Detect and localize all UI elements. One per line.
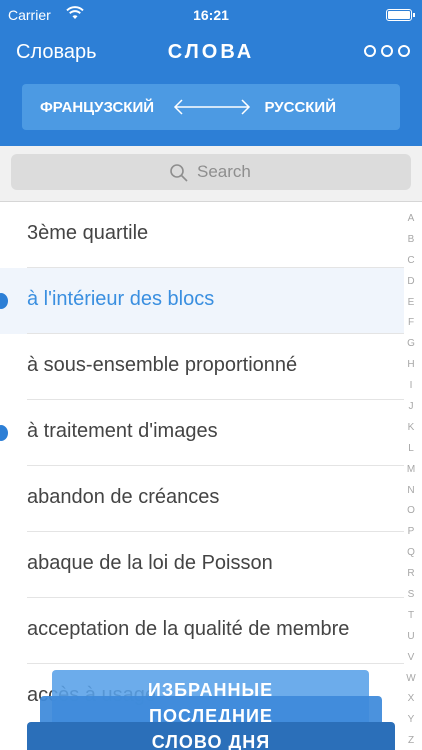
entry-text: à l'intérieur des blocs — [27, 288, 215, 310]
entry-text: 3ème quartile — [27, 222, 149, 244]
word-list: 3ème quartile à l'intérieur des blocs à … — [0, 202, 404, 730]
entry-text: abaque de la loi de Poisson — [27, 552, 273, 574]
list-item[interactable]: acceptation de la qualité de membre — [0, 598, 404, 664]
index-letter[interactable]: Y — [405, 710, 417, 731]
list-item[interactable]: à l'intérieur des blocs — [0, 268, 404, 334]
source-language: ФРАНЦУЗСКИЙ — [40, 99, 155, 116]
marker-dot — [0, 425, 8, 441]
index-letter[interactable]: K — [405, 418, 417, 439]
search-input[interactable] — [197, 162, 347, 182]
index-letter[interactable]: I — [405, 376, 417, 397]
page-title: СЛОВА — [167, 41, 255, 63]
index-letter[interactable]: T — [405, 606, 417, 627]
alphabet-index[interactable]: A B C D E F G H I J K L M N O P Q R S T … — [405, 209, 417, 750]
battery-icon — [386, 9, 415, 21]
index-letter[interactable]: V — [405, 648, 417, 669]
index-letter[interactable]: P — [405, 522, 417, 543]
tab-word-of-day[interactable]: СЛОВО ДНЯ — [27, 722, 395, 750]
index-letter[interactable]: H — [405, 355, 417, 376]
index-letter[interactable]: S — [405, 585, 417, 606]
index-letter[interactable]: N — [405, 481, 417, 502]
index-letter[interactable]: R — [405, 564, 417, 585]
list-item[interactable]: abandon de créances — [0, 466, 404, 532]
entry-text: abandon de créances — [27, 486, 220, 508]
target-language: РУССКИЙ — [264, 99, 336, 116]
index-letter[interactable]: C — [405, 251, 417, 272]
search-icon — [170, 164, 188, 182]
language-switch[interactable]: ФРАНЦУЗСКИЙ РУССКИЙ — [22, 84, 400, 130]
index-letter[interactable]: A — [405, 209, 417, 230]
more-icon[interactable] — [364, 45, 410, 57]
list-item[interactable]: abaque de la loi de Poisson — [0, 532, 404, 598]
index-letter[interactable]: M — [405, 460, 417, 481]
entry-text: à sous-ensemble proportionné — [27, 354, 298, 376]
index-letter[interactable]: U — [405, 627, 417, 648]
index-letter[interactable]: J — [405, 397, 417, 418]
index-letter[interactable]: X — [405, 689, 417, 710]
list-item[interactable]: 3ème quartile — [0, 202, 404, 268]
entry-text: à traitement d'images — [27, 420, 218, 442]
nav-bar: Словарь СЛОВА ФРАНЦУЗСКИЙ РУССКИЙ — [0, 30, 422, 146]
search-bar — [0, 146, 422, 202]
index-letter[interactable]: O — [405, 501, 417, 522]
status-bar: Carrier 16:21 — [0, 0, 422, 30]
entry-text: acceptation de la qualité de membre — [27, 618, 350, 640]
index-letter[interactable]: G — [405, 334, 417, 355]
index-letter[interactable]: F — [405, 313, 417, 334]
index-letter[interactable]: D — [405, 272, 417, 293]
index-letter[interactable]: Q — [405, 543, 417, 564]
index-letter[interactable]: W — [405, 669, 417, 690]
swap-arrow-icon — [173, 99, 251, 115]
index-letter[interactable]: B — [405, 230, 417, 251]
index-letter[interactable]: Z — [405, 731, 417, 750]
search-box[interactable] — [11, 154, 411, 190]
index-letter[interactable]: L — [405, 439, 417, 460]
list-item[interactable]: à traitement d'images — [0, 400, 404, 466]
index-letter[interactable]: E — [405, 293, 417, 314]
list-item[interactable]: à sous-ensemble proportionné — [0, 334, 404, 400]
tab-word-of-day-label: СЛОВО ДНЯ — [151, 732, 271, 750]
marker-dot — [0, 293, 8, 309]
status-time: 16:21 — [193, 7, 229, 23]
